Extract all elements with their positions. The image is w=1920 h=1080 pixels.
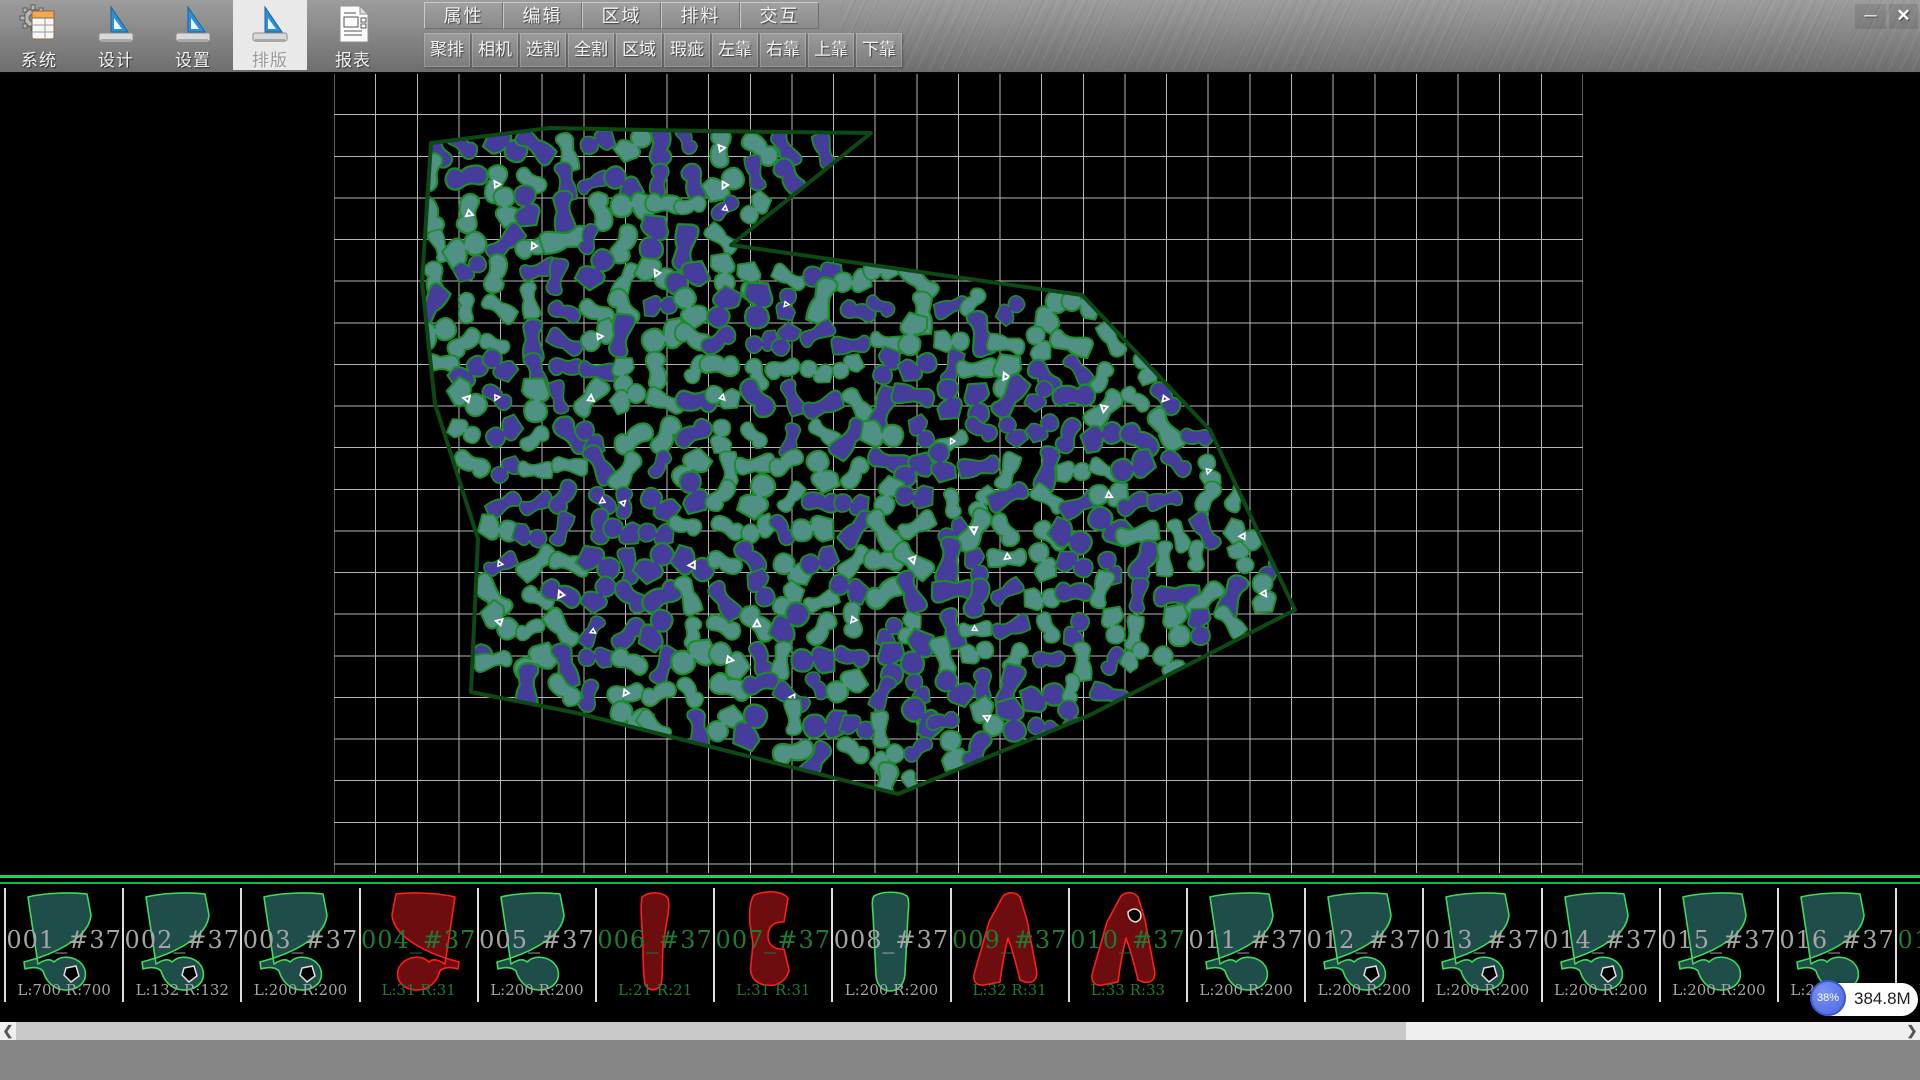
app-tab-design-ruler[interactable]: 设计 [79,0,153,70]
hide-nesting-view[interactable] [334,73,1583,873]
app-tab-label: 设置 [156,46,230,71]
menu-tab-3[interactable]: 区域 [582,2,661,29]
tool-button-2[interactable]: 相机 [472,33,518,67]
piece-lr-count-label: L:700 R:700 [6,981,122,999]
tool-button-4[interactable]: 全割 [568,33,614,67]
piece-lr-count-label: L:200 R:200 [1424,981,1540,999]
nesting-ruler-icon [249,3,291,45]
scroll-right-icon[interactable]: ❯ [1904,1022,1920,1040]
tool-button-8[interactable]: 右靠 [760,33,806,67]
piece-thumbnail-013_#37[interactable]: 013_#37 L:200 R:200 [1422,888,1540,1002]
tool-button-9[interactable]: 上靠 [808,33,854,67]
app-tab-label: 设计 [79,46,153,71]
piece-thumbnail-002_#37[interactable]: 002_#37 L:132 R:132 [122,888,240,1002]
app-tab-report-document[interactable]: 报表 [316,0,390,70]
menu-tab-4[interactable]: 排料 [661,2,740,29]
piece-lr-count-label: L:200 R:200 [1306,981,1422,999]
scrollbar-thumb[interactable] [16,1022,1406,1040]
status-strip [0,1040,1920,1080]
tool-button-3[interactable]: 选割 [520,33,566,67]
piece-lr-count-label: L:33 R:33 [1070,981,1186,999]
piece-lr-count-label: L:200 R:200 [1661,981,1777,999]
toolbar-texture [840,0,1920,70]
piece-thumbnail-004_#37[interactable]: 004_#37 L:31 R:31 [359,888,477,1002]
piece-id-label: 017_#37 [1897,926,1920,954]
menu-tab-5[interactable]: 交互 [740,2,819,29]
piece-thumbnail-003_#37[interactable]: 003_#37 L:200 R:200 [240,888,358,1002]
piece-id-label: 002_#37 [124,926,240,954]
piece-thumbnail-010_#37[interactable]: 010_#37 L:33 R:33 [1068,888,1186,1002]
menu-tab-1[interactable]: 属性 [424,2,503,29]
menu-tab-2[interactable]: 编辑 [503,2,582,29]
title-toolbar: 系统 设计 设置 排版 报表 属性编辑区域排料交互 聚排相机选割全割区域瑕疵左靠… [0,0,1920,74]
piece-thumbnail-009_#37[interactable]: 009_#37 L:32 R:31 [950,888,1068,1002]
piece-id-label: 010_#37 [1070,926,1186,954]
piece-thumbnail-007_#37[interactable]: 007_#37 L:31 R:31 [713,888,831,1002]
report-document-icon [332,3,374,45]
piece-id-label: 016_#37 [1779,926,1895,954]
piece-lr-count-label: L:200 R:200 [242,981,358,999]
settings-ruler-icon [172,3,214,45]
piece-lr-count-label: L:200 R:200 [479,981,595,999]
piece-lr-count-label: L:200 R:200 [1188,981,1304,999]
piece-id-label: 014_#37 [1543,926,1659,954]
app-tab-label: 报表 [316,46,390,71]
tool-button-7[interactable]: 左靠 [712,33,758,67]
piece-id-label: 011_#37 [1188,926,1304,954]
tool-button-10[interactable]: 下靠 [856,33,902,67]
design-ruler-icon [95,3,137,45]
piece-thumbnail-006_#37[interactable]: 006_#37 L:21 R:21 [595,888,713,1002]
piece-thumbnail-015_#37[interactable]: 015_#37 L:200 R:200 [1659,888,1777,1002]
piece-lr-count-label: L:31 R:31 [715,981,831,999]
piece-id-label: 007_#37 [715,926,831,954]
app-tab-settings-ruler[interactable]: 设置 [156,0,230,70]
piece-id-label: 005_#37 [479,926,595,954]
piece-lr-count-label: L:32 R:31 [952,981,1068,999]
piece-id-label: 006_#37 [597,926,713,954]
app-tab-label: 系统 [2,46,76,71]
piece-id-label: 004_#37 [361,926,477,954]
tool-button-1[interactable]: 聚排 [424,33,470,67]
minimize-button[interactable]: ─ [1855,4,1886,29]
close-button[interactable]: ✕ [1889,4,1918,29]
piece-id-label: 012_#37 [1306,926,1422,954]
piece-lr-count-label: L:31 R:31 [361,981,477,999]
system-gear-icon [18,3,60,45]
tool-button-6[interactable]: 瑕疵 [664,33,710,67]
piece-thumbnail-008_#37[interactable]: 008_#37 L:200 R:200 [831,888,949,1002]
piece-filmstrip: 001_#37L:700 R:700002_#37L:132 R:132003_… [0,875,1920,1022]
piece-thumbnail-014_#37[interactable]: 014_#37 L:200 R:200 [1541,888,1659,1002]
horizontal-scrollbar[interactable]: ❮ ❯ [0,1022,1920,1040]
nesting-canvas[interactable] [334,73,1583,873]
filmstrip-accent-line [0,875,1920,878]
piece-thumbnail-005_#37[interactable]: 005_#37 L:200 R:200 [477,888,595,1002]
app-tab-nesting-ruler[interactable]: 排版 [233,0,307,70]
piece-lr-count-label: L:21 R:21 [597,981,713,999]
piece-thumbnail-list: 001_#37L:700 R:700002_#37L:132 R:132003_… [0,888,1920,1002]
piece-thumbnail-001_#37[interactable]: 001_#37 L:700 R:700 [4,888,122,1002]
piece-id-label: 008_#37 [833,926,949,954]
filmstrip-accent-line-2 [0,882,1920,884]
piece-lr-count-label: L:132 R:132 [124,981,240,999]
scroll-left-icon[interactable]: ❮ [0,1022,16,1040]
piece-id-label: 015_#37 [1661,926,1777,954]
piece-thumbnail-012_#37[interactable]: 012_#37 L:200 R:200 [1304,888,1422,1002]
app-tab-system-gear[interactable]: 系统 [2,0,76,70]
progress-percent-badge: 38% [1810,980,1846,1016]
piece-id-label: 003_#37 [242,926,358,954]
piece-id-label: 013_#37 [1424,926,1540,954]
tool-button-5[interactable]: 区域 [616,33,662,67]
piece-id-label: 009_#37 [952,926,1068,954]
piece-id-label: 001_#37 [6,926,122,954]
app-tab-label: 排版 [233,46,307,71]
piece-lr-count-label: L:200 R:200 [1543,981,1659,999]
memory-value: 384.8M [1854,989,1911,1009]
piece-thumbnail-011_#37[interactable]: 011_#37 L:200 R:200 [1186,888,1304,1002]
piece-lr-count-label: L:200 R:200 [833,981,949,999]
